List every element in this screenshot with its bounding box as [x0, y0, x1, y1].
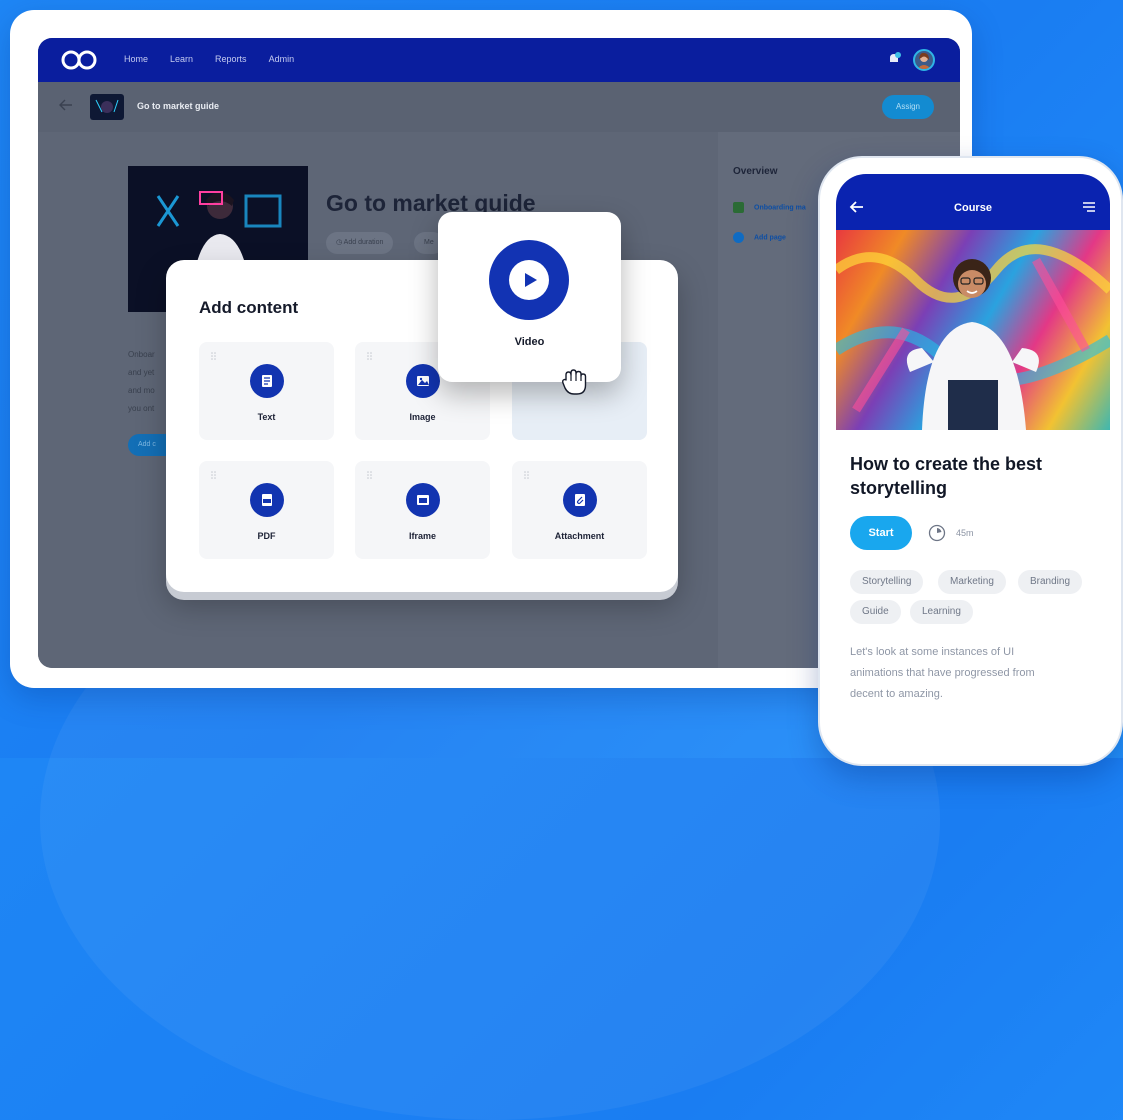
progress-clock-icon [928, 524, 946, 542]
modal-title: Add content [199, 298, 299, 317]
content-tile-pdf[interactable]: PDF [199, 461, 334, 559]
nav-item-home[interactable]: Home [124, 54, 148, 64]
grab-cursor-icon [562, 369, 587, 395]
tile-label: Attachment [554, 531, 605, 541]
course-duration: 45m [956, 528, 974, 538]
add-content-button[interactable]: Add c [128, 434, 168, 456]
paperclip-icon [562, 483, 597, 517]
infinity-logo-icon[interactable] [60, 49, 100, 71]
assign-button[interactable]: Assign [882, 95, 934, 119]
drag-handle-icon[interactable] [524, 471, 530, 479]
phone-header: Course [836, 174, 1110, 236]
tile-label: Image [409, 412, 436, 422]
thumbnail-icon [733, 202, 744, 213]
course-description-text: Let's look at some instances of UI anima… [850, 646, 1035, 700]
drag-handle-icon[interactable] [211, 352, 217, 360]
tile-label: Iframe [408, 531, 436, 541]
drag-handle-icon[interactable] [367, 352, 373, 360]
image-icon [405, 364, 440, 398]
user-avatar[interactable] [913, 49, 935, 71]
drag-handle-icon[interactable] [367, 471, 373, 479]
play-icon [509, 260, 549, 300]
iframe-icon [405, 483, 440, 517]
subbar-title: Go to market guide [137, 101, 220, 111]
phone-device: Course How to create the best storytelli… [818, 156, 1123, 766]
overview-title: Overview [733, 166, 778, 177]
nav-item-reports[interactable]: Reports [215, 54, 247, 64]
tag-chip[interactable]: Learning [910, 600, 973, 624]
nav-item-learn[interactable]: Learn [170, 54, 193, 64]
video-icon-circle [489, 240, 569, 320]
main-nav: Home Learn Reports Admin [124, 54, 294, 64]
tag-chip[interactable]: Branding [1018, 570, 1083, 594]
content-tile-text[interactable]: Text [199, 342, 334, 440]
overview-item-onboarding[interactable]: Onboarding ma [733, 202, 806, 213]
tag-chip[interactable]: Marketing [938, 570, 1006, 594]
plus-circle-icon [733, 232, 744, 243]
tag-chip[interactable]: Storytelling [850, 570, 924, 594]
notification-bell-icon[interactable] [886, 51, 902, 67]
menu-icon[interactable] [1082, 200, 1096, 214]
tile-label: Text [257, 412, 276, 422]
text-doc-icon [249, 364, 284, 398]
top-navbar: Home Learn Reports Admin [38, 38, 960, 82]
content-tile-attachment[interactable]: Attachment [512, 461, 647, 559]
drag-handle-icon[interactable] [211, 471, 217, 479]
neon-thumbnail-icon [95, 99, 119, 113]
add-duration-chip[interactable]: ◷ Add duration [326, 232, 394, 254]
woman-portrait-illustration [836, 244, 1110, 430]
page-subbar: Go to market guide Assign [38, 82, 960, 132]
course-thumbnail [90, 94, 124, 120]
start-button[interactable]: Start [850, 516, 912, 550]
video-label: Video [514, 336, 545, 348]
tile-label: PDF [257, 531, 276, 541]
phone-title: Course [954, 202, 992, 214]
video-drag-card[interactable]: Video [438, 212, 621, 382]
tag-chip[interactable]: Guide [850, 600, 901, 624]
content-tile-iframe[interactable]: Iframe [355, 461, 490, 559]
pdf-icon [249, 483, 284, 517]
avatar-person-icon [917, 52, 931, 69]
course-cover-photo [836, 230, 1110, 430]
course-heading: How to create the best storytelling [850, 454, 1043, 498]
overview-item-add-page[interactable]: Add page [733, 232, 786, 243]
course-description: Onboar and yet and mo you ont [128, 350, 155, 413]
nav-item-admin[interactable]: Admin [269, 54, 295, 64]
clock-icon: ◷ [336, 239, 344, 246]
back-arrow-icon[interactable] [58, 97, 74, 113]
